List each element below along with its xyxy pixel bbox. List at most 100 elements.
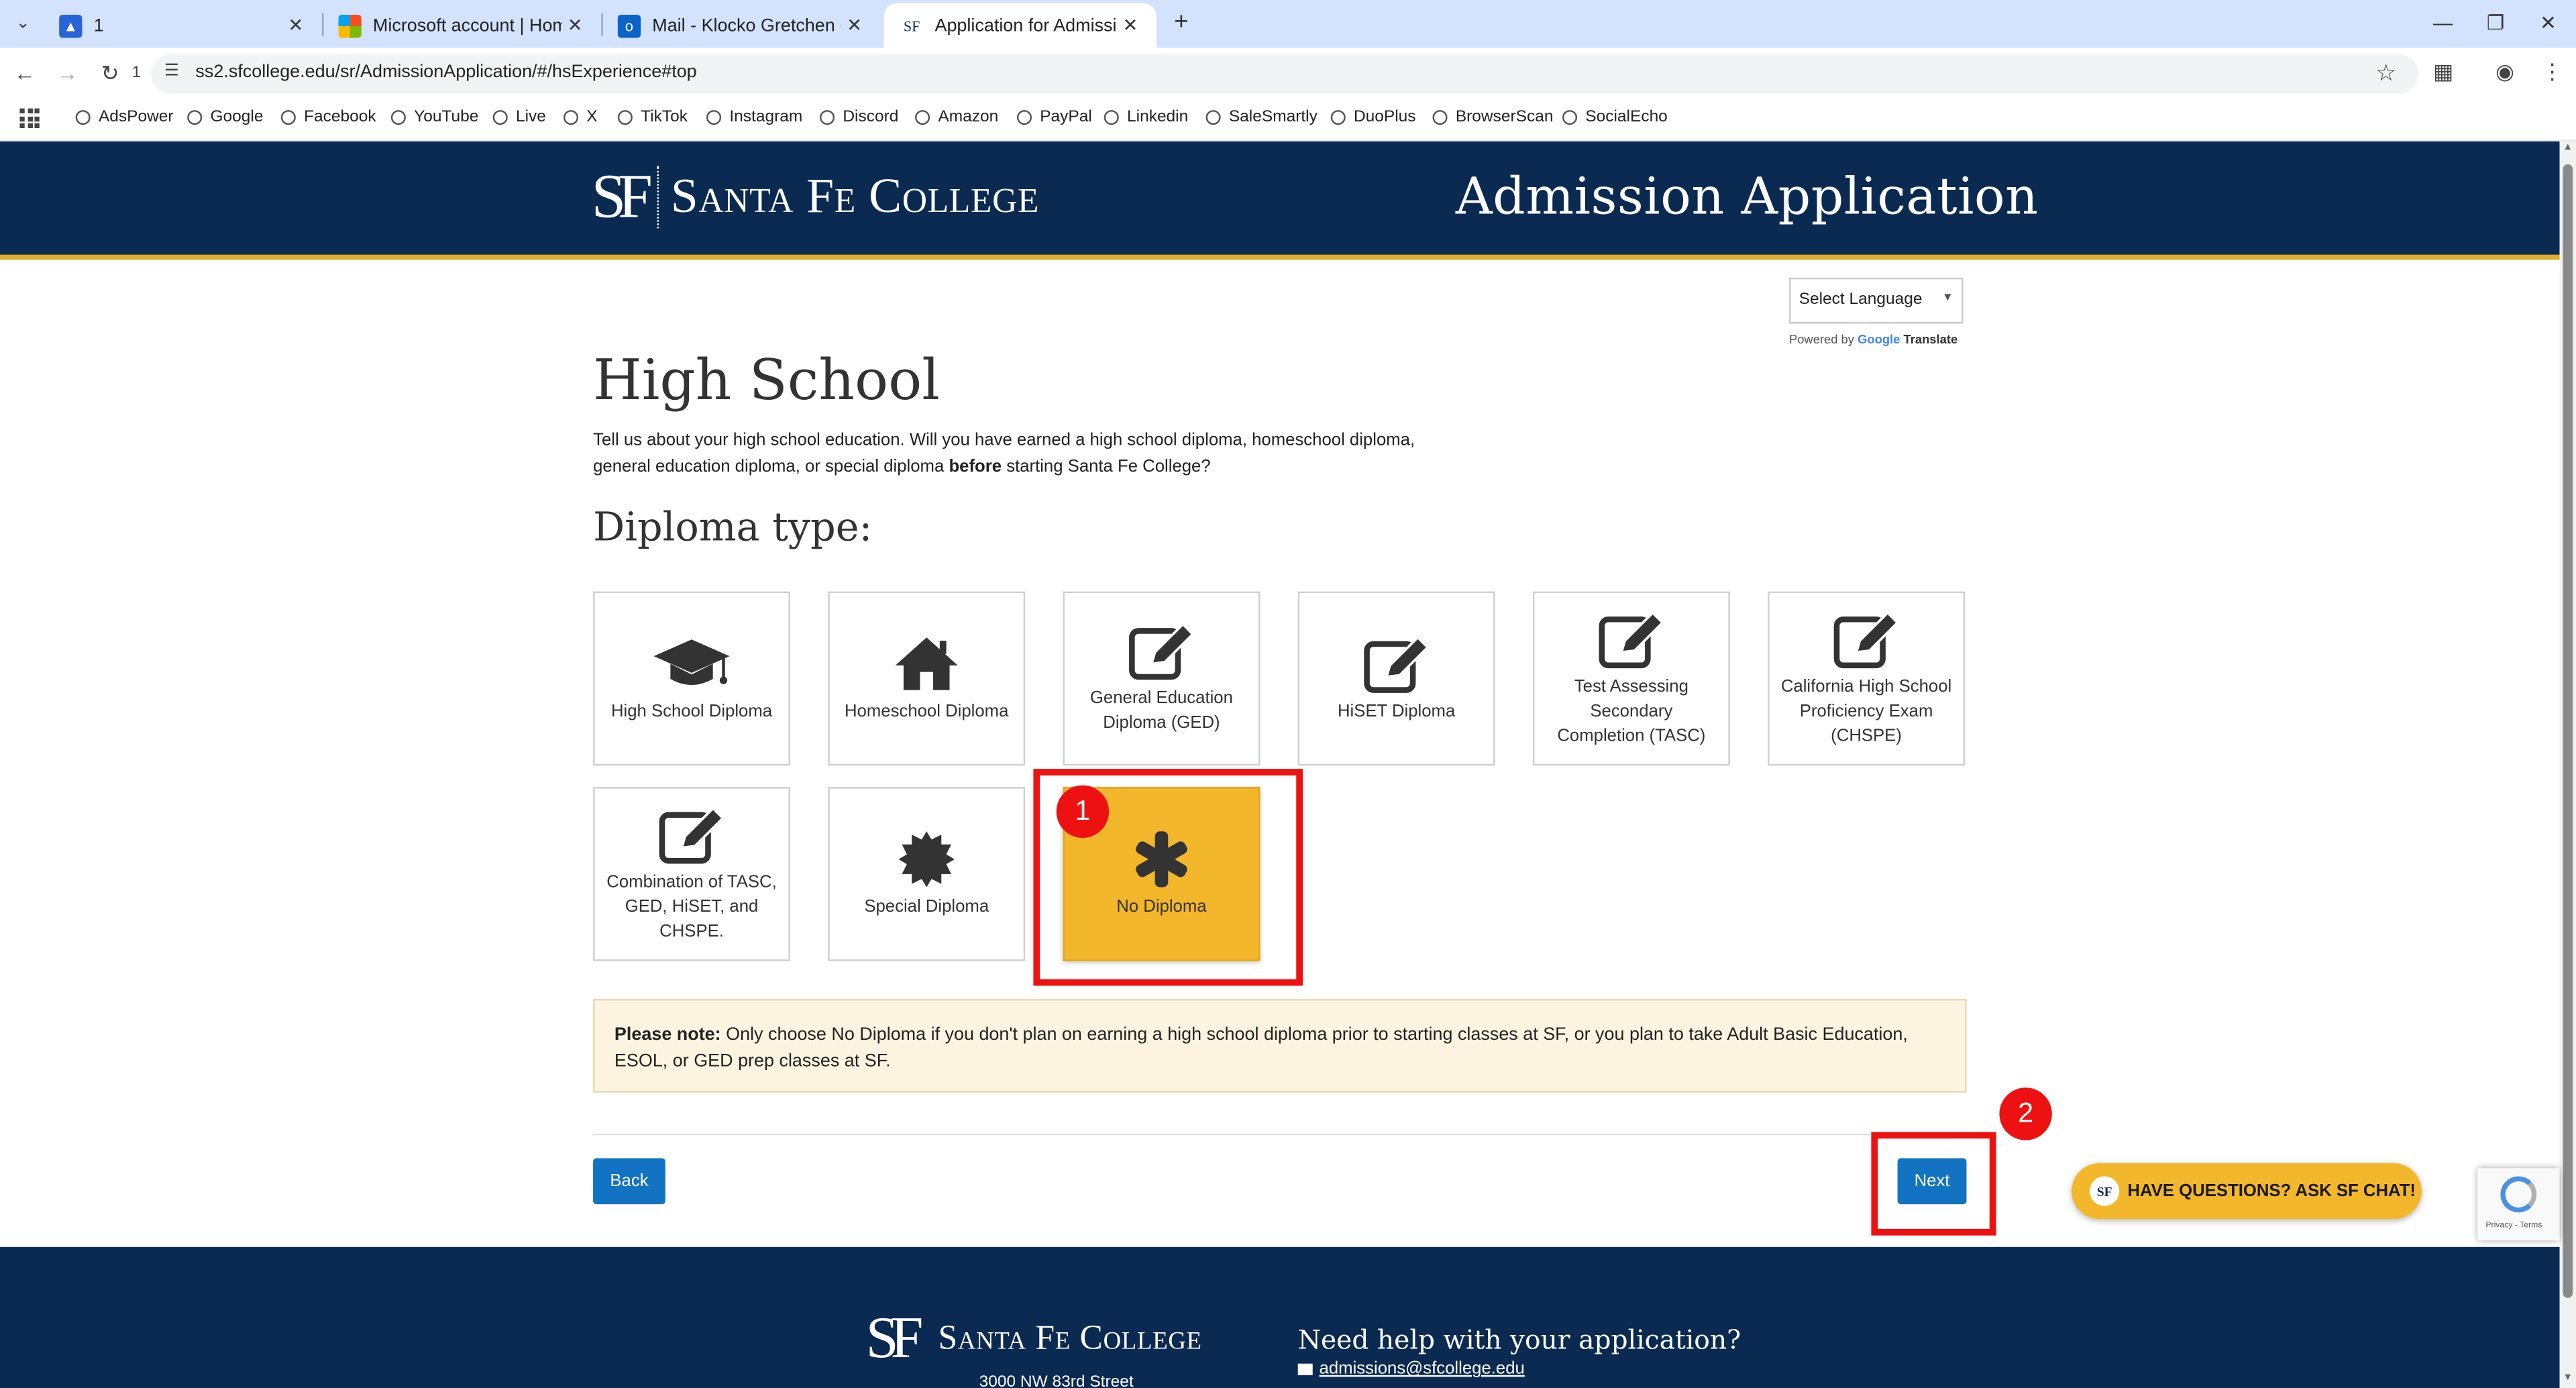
option-ged[interactable]: General Education Diploma (GED) bbox=[1063, 591, 1260, 766]
scroll-down-arrow-icon[interactable]: ▼ bbox=[2561, 1373, 2575, 1383]
option-combination[interactable]: Combination of TASC, GED, HiSET, and CHS… bbox=[593, 787, 790, 961]
tab-title: 1 bbox=[93, 15, 104, 36]
bookmark-paypal[interactable]: PayPal bbox=[1016, 108, 1092, 127]
bookmark-label: Instagram bbox=[729, 108, 803, 127]
tab-close-icon[interactable]: ✕ bbox=[1117, 15, 1143, 36]
tab-close-icon[interactable]: ✕ bbox=[282, 15, 309, 36]
house-icon bbox=[887, 633, 966, 692]
logo-wordmark: Santa Fe College bbox=[670, 169, 1040, 224]
option-tasc[interactable]: Test Assessing Secondary Completion (TAS… bbox=[1532, 591, 1730, 766]
option-special-diploma[interactable]: Special Diploma bbox=[828, 787, 1026, 961]
tab-close-icon[interactable]: ✕ bbox=[562, 15, 588, 36]
option-label: Homeschool Diploma bbox=[845, 700, 1009, 720]
new-tab-plus-icon[interactable]: + bbox=[1167, 8, 1196, 38]
tab-title: Mail - Klocko Gretchen - Outlook bbox=[652, 15, 841, 36]
globe-icon bbox=[820, 110, 835, 125]
page-title: High School bbox=[593, 348, 940, 415]
bookmark-label: Amazon bbox=[938, 108, 999, 127]
bookmark-browserscan[interactable]: BrowserScan bbox=[1432, 109, 1553, 127]
intro-bold: before bbox=[949, 456, 1002, 477]
bookmark-linkedin[interactable]: Linkedin bbox=[1104, 109, 1188, 127]
scroll-up-arrow-icon[interactable]: ▲ bbox=[2561, 143, 2575, 153]
bookmark-label: YouTube bbox=[414, 108, 479, 127]
apps-grid-icon[interactable] bbox=[19, 108, 40, 129]
url-text[interactable]: ss2.sfcollege.edu/sr/AdmissionApplicatio… bbox=[195, 62, 696, 82]
bookmark-socialecho[interactable]: SocialEcho bbox=[1562, 109, 1668, 127]
tab-outlook-mail[interactable]: o Mail - Klocko Gretchen - Outlook ✕ bbox=[601, 3, 880, 48]
bookmark-tiktok[interactable]: TikTok bbox=[617, 109, 688, 127]
globe-icon bbox=[390, 110, 406, 125]
forward-arrow-icon[interactable]: → bbox=[52, 59, 82, 89]
bookmark-youtube[interactable]: YouTube bbox=[390, 108, 479, 127]
bookmark-facebook[interactable]: Facebook bbox=[280, 109, 376, 127]
option-homeschool-diploma[interactable]: Homeschool Diploma bbox=[828, 591, 1026, 766]
help-heading: Need help with your application? bbox=[1297, 1324, 1741, 1356]
globe-icon bbox=[915, 110, 930, 125]
bookmark-google[interactable]: Google bbox=[187, 109, 263, 127]
back-button[interactable]: Back bbox=[593, 1158, 665, 1205]
google-logo: Google bbox=[1858, 331, 1900, 347]
bookmark-star-icon[interactable]: ☆ bbox=[2375, 59, 2396, 87]
back-arrow-icon[interactable]: ← bbox=[10, 59, 40, 89]
logo-wordmark: Santa Fe College bbox=[938, 1316, 1202, 1356]
extensions-puzzle-icon[interactable]: ▦ bbox=[2433, 59, 2453, 85]
site-settings-icon[interactable]: ☰ bbox=[164, 62, 179, 81]
minimize-icon[interactable]: — bbox=[2418, 8, 2467, 38]
bookmark-x[interactable]: X bbox=[564, 109, 598, 127]
option-label: California High School Proficiency Exam … bbox=[1780, 676, 1952, 745]
bookmark-discord[interactable]: Discord bbox=[820, 109, 898, 127]
intro-paragraph: Tell us about your high school education… bbox=[593, 427, 1464, 480]
admissions-email-link[interactable]: admissions@sfcollege.edu bbox=[1297, 1358, 1525, 1379]
globe-icon bbox=[1205, 110, 1221, 125]
bookmark-label: SocialEcho bbox=[1585, 108, 1668, 127]
kebab-menu-icon[interactable]: ⋮ bbox=[2542, 59, 2563, 85]
tab-close-icon[interactable]: ✕ bbox=[841, 15, 867, 36]
tab-microsoft-account[interactable]: Microsoft account | Home ✕ bbox=[322, 3, 601, 48]
edit-icon bbox=[1122, 621, 1201, 680]
page-scrollbar[interactable]: ▲ ▼ bbox=[2559, 141, 2576, 1388]
bookmark-label: Live bbox=[515, 108, 546, 127]
santa-fe-college-logo[interactable]: SF Santa Fe College bbox=[592, 161, 1040, 233]
option-high-school-diploma[interactable]: High School Diploma bbox=[593, 591, 790, 766]
dropdown-caret-icon: ▼ bbox=[1941, 292, 1953, 305]
option-hiset-diploma[interactable]: HiSET Diploma bbox=[1297, 591, 1495, 766]
profile-avatar-icon[interactable]: ◉ bbox=[2496, 59, 2514, 85]
footer-college-logo[interactable]: SF Santa Fe College bbox=[866, 1303, 1202, 1372]
bookmark-instagram[interactable]: Instagram bbox=[706, 109, 802, 127]
bookmark-duoplus[interactable]: DuoPlus bbox=[1330, 109, 1416, 127]
restore-icon[interactable]: ❐ bbox=[2471, 8, 2520, 38]
close-window-icon[interactable]: ✕ bbox=[2524, 8, 2573, 38]
tab-title: Application for Admission bbox=[934, 15, 1118, 36]
bookmark-adspower[interactable]: AdsPower bbox=[75, 109, 174, 127]
annotation-badge-1: 1 bbox=[1056, 785, 1110, 838]
tab-search-chevron-icon[interactable]: ⌄ bbox=[7, 8, 40, 38]
powered-by-google-translate[interactable]: Powered by Google Translate bbox=[1789, 332, 1957, 347]
annotation-badge-2: 2 bbox=[1999, 1087, 2052, 1140]
tab-application-for-admission[interactable]: SF Application for Admission ✕ bbox=[883, 3, 1157, 48]
option-label: Combination of TASC, GED, HiSET, and CHS… bbox=[606, 871, 777, 941]
bookmark-salesmartly[interactable]: SaleSmartly bbox=[1205, 109, 1318, 127]
globe-icon bbox=[280, 110, 296, 125]
tab-1[interactable]: ▲ 1 ✕ bbox=[43, 3, 322, 48]
outlook-icon: o bbox=[617, 13, 641, 38]
tab-title: Microsoft account | Home bbox=[372, 15, 562, 36]
tab-strip: ⌄ ▲ 1 ✕ Microsoft account | Home ✕ o Mai… bbox=[0, 0, 2576, 48]
language-select-label: Select Language bbox=[1799, 290, 1923, 309]
bookmark-label: PayPal bbox=[1040, 108, 1092, 127]
bookmark-live[interactable]: Live bbox=[492, 108, 546, 127]
intro-text-end: starting Santa Fe College? bbox=[1002, 456, 1211, 477]
option-chspe[interactable]: California High School Proficiency Exam … bbox=[1768, 591, 1966, 766]
globe-icon bbox=[617, 110, 633, 125]
scrollbar-thumb[interactable] bbox=[2563, 164, 2573, 1298]
bookmark-label: Discord bbox=[843, 108, 899, 127]
envelope-icon bbox=[1297, 1363, 1313, 1375]
globe-icon bbox=[1104, 110, 1119, 125]
recaptcha-text: Privacy - Terms bbox=[2485, 1220, 2542, 1231]
language-select[interactable]: Select Language ▼ bbox=[1788, 277, 1964, 324]
option-label: High School Diploma bbox=[610, 700, 773, 720]
bookmark-amazon[interactable]: Amazon bbox=[915, 109, 998, 127]
sf-chat-button[interactable]: SF HAVE QUESTIONS? ASK SF CHAT! bbox=[2072, 1163, 2422, 1220]
recaptcha-badge[interactable]: Privacy - Terms bbox=[2477, 1168, 2560, 1240]
address-bar[interactable]: ☰ ss2.sfcollege.edu/sr/AdmissionApplicat… bbox=[151, 54, 2418, 94]
reload-icon[interactable]: ↻ bbox=[95, 59, 125, 89]
